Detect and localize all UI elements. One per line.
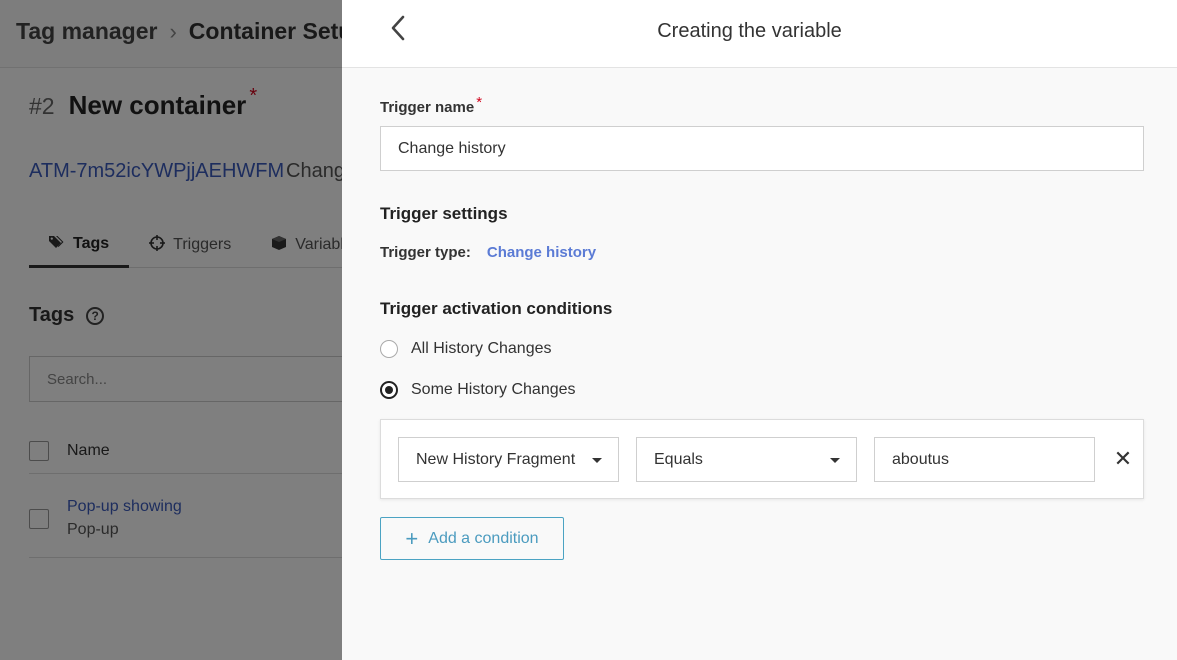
trigger-type-row: Trigger type: Change history — [380, 244, 596, 261]
trigger-type-label: Trigger type: — [380, 244, 471, 261]
trigger-name-label-text: Trigger name — [380, 99, 475, 116]
trigger-type-link[interactable]: Change history — [487, 244, 596, 261]
remove-condition-button[interactable]: ✕ — [1111, 444, 1135, 474]
trigger-name-label: Trigger name * — [380, 94, 482, 116]
panel-title: Creating the variable — [657, 20, 842, 42]
trigger-settings-title: Trigger settings — [380, 204, 508, 223]
caret-down-icon — [592, 458, 602, 463]
close-icon: ✕ — [1113, 446, 1133, 471]
caret-down-icon — [830, 458, 840, 463]
radio-all-history-changes[interactable]: All History Changes — [380, 340, 552, 358]
plus-icon: + — [405, 525, 419, 551]
add-condition-button[interactable]: + Add a condition — [380, 517, 564, 560]
radio-button[interactable] — [380, 340, 398, 358]
activation-conditions-title: Trigger activation conditions — [380, 299, 613, 318]
condition-field-select[interactable]: New History Fragment — [398, 437, 619, 482]
condition-value-input[interactable] — [874, 437, 1095, 482]
condition-field-value: New History Fragment — [416, 450, 576, 468]
radio-some-history-changes[interactable]: Some History Changes — [380, 381, 576, 399]
radio-button-selected[interactable] — [380, 381, 398, 399]
trigger-name-input[interactable] — [380, 126, 1144, 171]
radio-label: All History Changes — [411, 340, 552, 357]
condition-operator-select[interactable]: Equals — [636, 437, 857, 482]
trigger-side-panel: Creating the variable Trigger name* Trig… — [342, 0, 1177, 660]
condition-operator-value: Equals — [654, 450, 703, 468]
panel-header: Creating the variable — [342, 0, 1177, 68]
add-condition-label: Add a condition — [428, 529, 539, 547]
radio-label: Some History Changes — [411, 381, 576, 398]
condition-row: New History Fragment Equals ✕ — [380, 419, 1144, 499]
required-mark: * — [476, 94, 483, 111]
